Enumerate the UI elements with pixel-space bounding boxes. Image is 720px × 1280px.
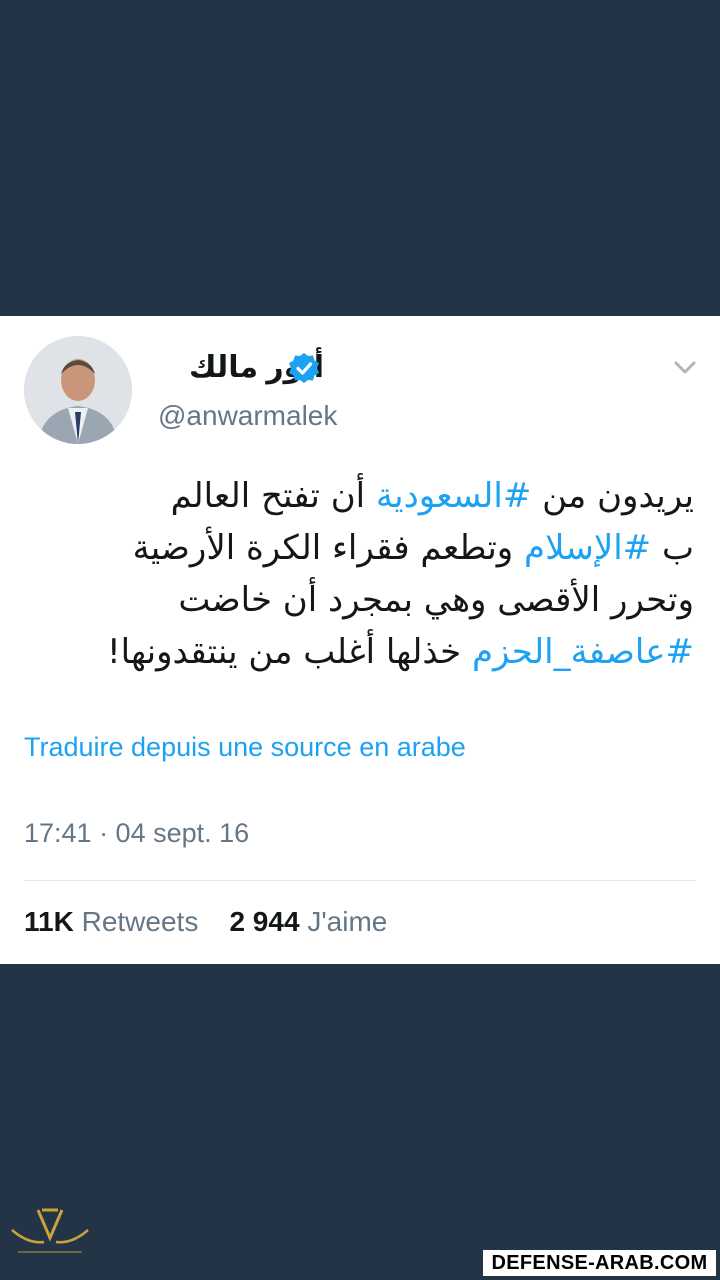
likes-count: 2 944 [229, 906, 300, 937]
translate-link[interactable]: Traduire depuis une source en arabe [24, 732, 466, 763]
retweets-stat[interactable]: 11K Retweets [24, 906, 198, 937]
tweet-text-line: وتحرر الأقصى وهي بمجرد أن خاضت [14, 574, 694, 626]
engagement-stats: 11K Retweets 2 944 J'aime [24, 906, 387, 938]
avatar[interactable] [24, 336, 132, 444]
verified-badge-icon [289, 353, 319, 383]
retweets-count: 11K [24, 906, 74, 937]
chevron-down-icon[interactable] [670, 352, 700, 382]
retweets-label: Retweets [81, 906, 199, 937]
tweet-text-segment: يريدون من [531, 476, 694, 516]
watermark-site: DEFENSE-ARAB.COM [483, 1250, 716, 1276]
divider [24, 880, 696, 881]
hashtag-link[interactable]: #عاصفة_الحزم [472, 632, 694, 672]
tweet-text-segment: وتحرر الأقصى وهي بمجرد أن خاضت [178, 580, 694, 620]
tweet-text-line: #عاصفة_الحزم خذلها أغلب من ينتقدونها! [14, 626, 694, 678]
hashtag-link[interactable]: #السعودية [376, 476, 531, 516]
likes-stat[interactable]: 2 944 J'aime [229, 906, 387, 937]
avatar-photo [24, 336, 132, 444]
tweet-text-segment: ب [651, 528, 694, 568]
tweet-text-segment: خذلها أغلب من ينتقدونها! [106, 632, 472, 672]
tweet-timestamp[interactable]: 17:41 · 04 sept. 16 [24, 818, 249, 849]
likes-label: J'aime [307, 906, 388, 937]
hashtag-link[interactable]: #الإسلام [524, 528, 651, 568]
tweet-text-line: يريدون من #السعودية أن تفتح العالم [14, 470, 694, 522]
tweet-text: يريدون من #السعودية أن تفتح العالم ب #الإ… [14, 470, 694, 678]
user-handle[interactable]: @anwarmalek [158, 400, 337, 432]
watermark-logo [11, 1208, 89, 1253]
tweet-text-line: ب #الإسلام وتطعم فقراء الكرة الأرضية [14, 522, 694, 574]
tweet-text-segment: أن تفتح العالم [170, 476, 376, 516]
tweet-text-segment: وتطعم فقراء الكرة الأرضية [132, 528, 525, 568]
